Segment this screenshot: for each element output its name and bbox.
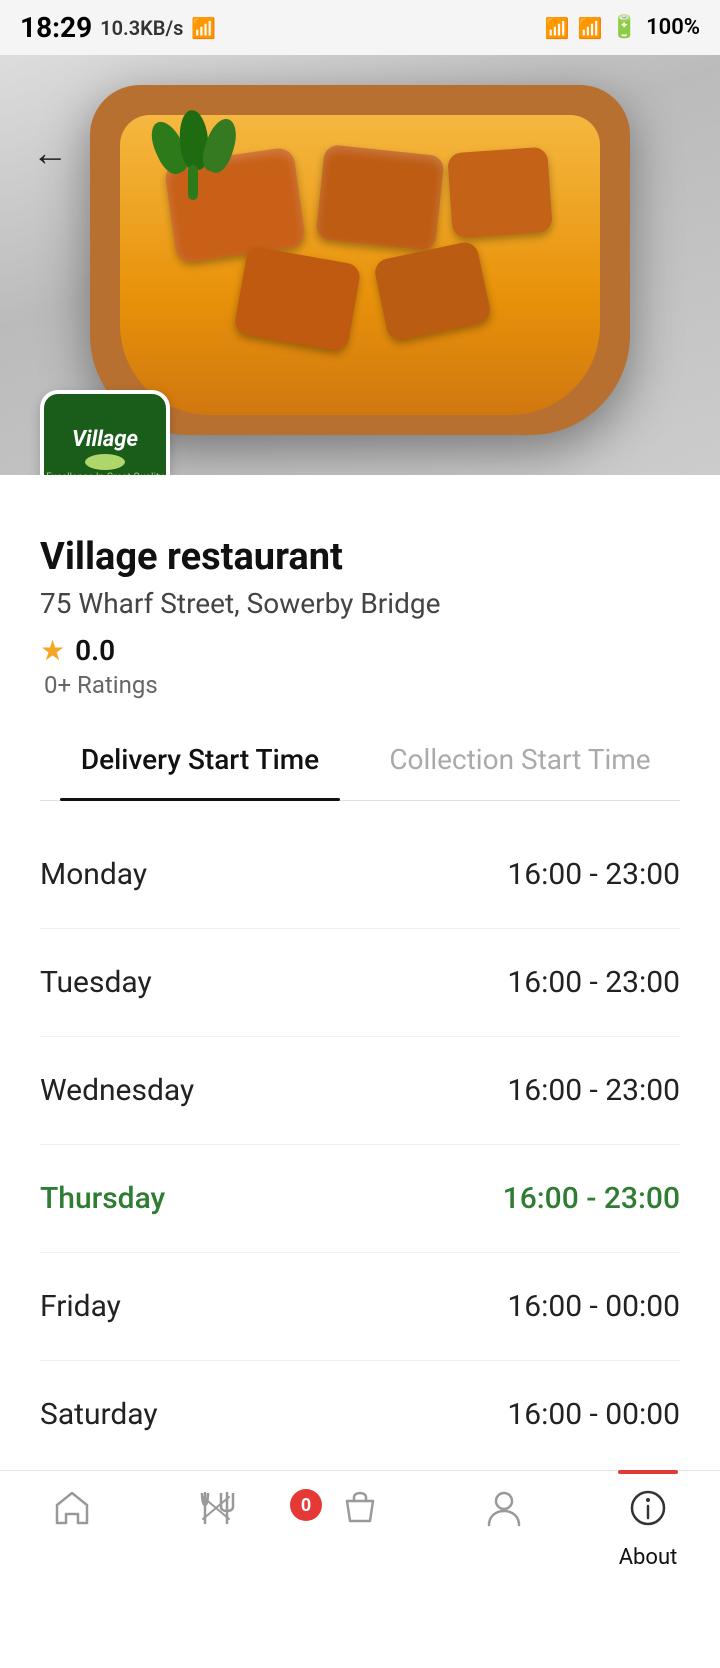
- person-icon: [483, 1487, 525, 1539]
- wifi-icon: 📶: [578, 16, 603, 40]
- utensils-icon: [195, 1487, 237, 1539]
- status-speed: 10.3KB/s: [100, 16, 183, 40]
- cart-badge: 0: [290, 1489, 322, 1521]
- hours-monday: 16:00 - 23:00: [507, 857, 680, 892]
- logo-sub-text: Excellence In Great Quality: [46, 472, 164, 476]
- schedule-row-thursday: Thursday 16:00 - 23:00: [40, 1145, 680, 1253]
- tab-collection-label: Collection Start Time: [389, 743, 650, 776]
- schedule-section: Monday 16:00 - 23:00 Tuesday 16:00 - 23:…: [0, 821, 720, 1468]
- day-wednesday: Wednesday: [40, 1073, 194, 1108]
- schedule-row-monday: Monday 16:00 - 23:00: [40, 821, 680, 929]
- back-button[interactable]: ←: [20, 123, 80, 183]
- day-thursday: Thursday: [40, 1181, 165, 1216]
- bag-icon: [339, 1487, 381, 1539]
- curry-piece-3: [447, 147, 553, 239]
- home-icon: [51, 1487, 93, 1539]
- hours-tuesday: 16:00 - 23:00: [507, 965, 680, 1000]
- schedule-row-friday: Friday 16:00 - 00:00: [40, 1253, 680, 1361]
- nav-cart[interactable]: 0: [288, 1487, 432, 1539]
- nav-about-label: About: [619, 1545, 678, 1570]
- hero-image: Village Excellence In Great Quality ←: [0, 55, 720, 475]
- restaurant-address: 75 Wharf Street, Sowerby Bridge: [40, 587, 680, 620]
- day-monday: Monday: [40, 857, 147, 892]
- status-icons: 📶: [191, 16, 216, 40]
- logo-leaf: [85, 454, 125, 470]
- schedule-tabs: Delivery Start Time Collection Start Tim…: [40, 719, 680, 801]
- nav-account[interactable]: [432, 1487, 576, 1539]
- nav-restaurants[interactable]: [144, 1487, 288, 1539]
- day-tuesday: Tuesday: [40, 965, 152, 1000]
- nav-about[interactable]: About: [576, 1487, 720, 1570]
- battery-percent: 100%: [646, 15, 700, 40]
- schedule-row-saturday: Saturday 16:00 - 00:00: [40, 1361, 680, 1468]
- status-right: 📶 📶 🔋 100%: [545, 15, 700, 40]
- garnish: [150, 110, 240, 200]
- tab-collection[interactable]: Collection Start Time: [360, 719, 680, 800]
- nav-home[interactable]: [0, 1487, 144, 1539]
- status-time: 18:29: [20, 11, 92, 44]
- status-left: 18:29 10.3KB/s 📶: [20, 11, 216, 44]
- rating-value: 0.0: [75, 634, 115, 667]
- status-bar: 18:29 10.3KB/s 📶 📶 📶 🔋 100%: [0, 0, 720, 55]
- ratings-label: 0+ Ratings: [44, 671, 680, 699]
- bottom-nav: 0 About: [0, 1470, 720, 1600]
- rating-row: ★ 0.0: [40, 634, 680, 667]
- schedule-row-tuesday: Tuesday 16:00 - 23:00: [40, 929, 680, 1037]
- tab-delivery-label: Delivery Start Time: [81, 743, 319, 776]
- day-saturday: Saturday: [40, 1397, 158, 1432]
- schedule-row-wednesday: Wednesday 16:00 - 23:00: [40, 1037, 680, 1145]
- hours-friday: 16:00 - 00:00: [507, 1289, 680, 1324]
- hours-saturday: 16:00 - 00:00: [507, 1397, 680, 1432]
- hours-thursday: 16:00 - 23:00: [503, 1181, 680, 1216]
- back-arrow-icon: ←: [32, 132, 68, 174]
- star-icon: ★: [40, 634, 65, 667]
- signal-icon: 📶: [545, 16, 570, 40]
- day-friday: Friday: [40, 1289, 121, 1324]
- restaurant-name: Village restaurant: [40, 535, 680, 579]
- info-icon: [627, 1487, 669, 1539]
- info-section: Village restaurant 75 Wharf Street, Sowe…: [0, 475, 720, 821]
- battery-icon: 🔋: [611, 15, 638, 40]
- curry-piece-2: [315, 144, 444, 251]
- logo-village-text: Village: [72, 427, 138, 452]
- hours-wednesday: 16:00 - 23:00: [507, 1073, 680, 1108]
- restaurant-logo: Village Excellence In Great Quality: [40, 390, 170, 475]
- tab-delivery[interactable]: Delivery Start Time: [40, 719, 360, 800]
